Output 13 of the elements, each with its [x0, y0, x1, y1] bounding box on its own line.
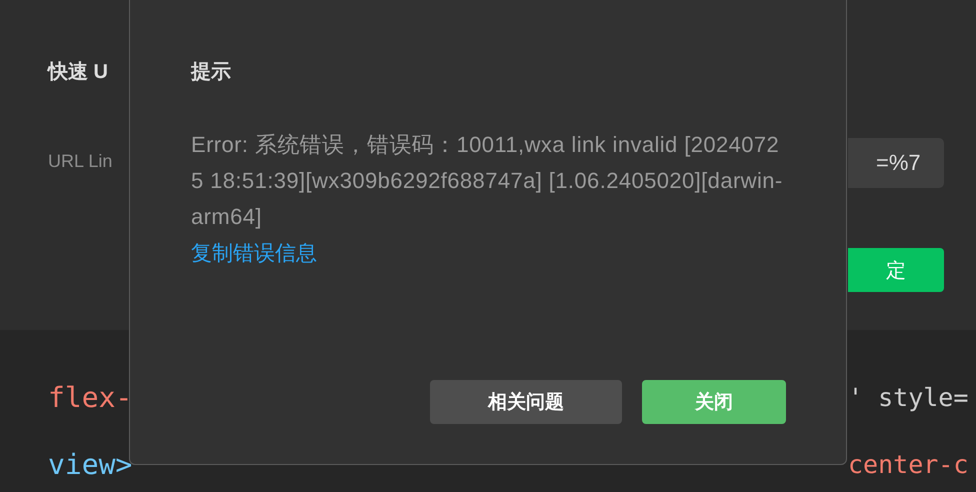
- error-message: Error: 系统错误，错误码：10011,wxa link invalid [20240725 18:51:39][wx309b6292f688747a] [1.06.2405020][darwin-arm64]: [191, 131, 783, 231]
- panel-title: 快速 U: [48, 60, 109, 85]
- code-text: flex-: [48, 381, 132, 414]
- close-button[interactable]: 关闭: [642, 380, 786, 424]
- related-questions-button[interactable]: 相关问题: [430, 380, 622, 424]
- code-text: view>: [48, 448, 132, 481]
- field-label: URL Lin: [48, 151, 112, 172]
- confirm-button[interactable]: 定: [848, 248, 944, 292]
- dialog-title: 提示: [191, 60, 232, 85]
- url-input-field[interactable]: =%7: [848, 138, 944, 188]
- copy-error-link[interactable]: 复制错误信息: [191, 239, 317, 267]
- code-text: center-c: [848, 450, 970, 479]
- code-text: ' style=: [848, 383, 970, 412]
